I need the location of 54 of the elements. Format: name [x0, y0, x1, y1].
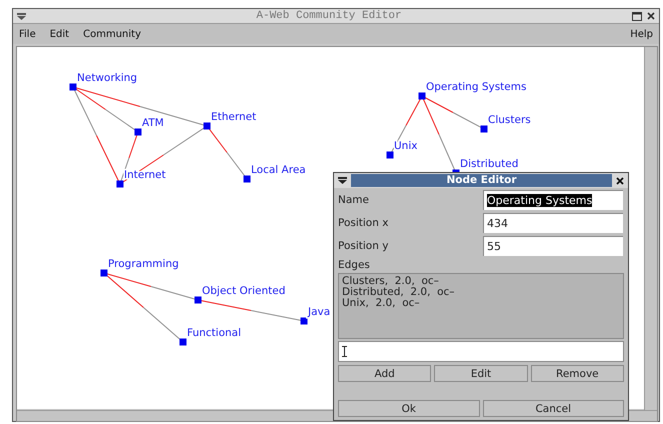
graph-node[interactable] — [180, 338, 186, 346]
close-icon[interactable] — [647, 12, 655, 20]
maximize-icon[interactable] — [632, 12, 642, 20]
close-icon[interactable] — [616, 176, 624, 184]
graph-node[interactable] — [70, 84, 76, 90]
node-label: Distributed — [460, 158, 518, 170]
edge-entry[interactable]: Distributed, 2.0, oc– — [342, 287, 620, 298]
node-label: Programming — [108, 258, 179, 270]
edge-list[interactable]: Clusters, 2.0, oc– Distributed, 2.0, oc– Unix, 2.0, oc– — [338, 273, 624, 339]
graph-node[interactable] — [100, 270, 108, 276]
graph-node[interactable] — [134, 128, 142, 136]
edge-entry[interactable]: Unix, 2.0, oc– — [342, 298, 620, 309]
node-label: Clusters — [488, 114, 531, 126]
node-label: Ethernet — [211, 111, 256, 123]
graph-node[interactable] — [116, 180, 124, 188]
dialog-button[interactable]: Cancel — [482, 400, 624, 417]
graph-node[interactable] — [386, 152, 394, 158]
text-field[interactable]: 434 — [483, 212, 623, 232]
vertical-scrollbar[interactable] — [644, 47, 657, 410]
window-menu-icon[interactable] — [17, 12, 26, 20]
graph-node[interactable] — [204, 122, 210, 130]
dialog-button[interactable]: Edit — [434, 365, 528, 382]
dialog-button[interactable]: Ok — [338, 400, 480, 417]
menu-item[interactable]: Edit — [50, 28, 70, 40]
graph-node[interactable] — [480, 126, 488, 132]
window-title: A-Web Community Editor — [255, 10, 403, 22]
menu-item[interactable]: Community — [83, 28, 141, 40]
node-label: Object Oriented — [202, 285, 286, 297]
menu-item[interactable]: File — [19, 28, 36, 40]
text-field[interactable]: Operating Systems — [483, 190, 623, 210]
graph-node[interactable] — [194, 296, 202, 304]
dialog-button[interactable]: Remove — [530, 365, 624, 382]
field-label: Position x — [338, 216, 390, 228]
menu-item[interactable]: Help — [630, 28, 653, 40]
edge-entry[interactable]: Clusters, 2.0, oc– — [342, 276, 620, 287]
input-field[interactable] — [338, 341, 624, 362]
node-label: Networking — [77, 72, 138, 84]
node-label: Operating Systems — [426, 81, 526, 93]
node-label: ATM — [142, 117, 164, 129]
dialog-button[interactable]: Add — [338, 365, 432, 382]
graph-node[interactable] — [418, 92, 426, 100]
node-label: Unix — [394, 140, 418, 152]
text-field[interactable]: 55 — [483, 236, 623, 256]
graph-node[interactable] — [244, 176, 250, 182]
node-label: Java — [308, 306, 330, 318]
window-menu-icon[interactable] — [338, 177, 347, 184]
text-cursor-icon — [342, 346, 347, 357]
field-label: Position y — [338, 240, 390, 252]
node-label: Local Area — [251, 164, 306, 176]
edges-label: Edges — [337, 258, 371, 273]
node-label: Functional — [187, 327, 242, 339]
graph-node[interactable] — [300, 318, 308, 324]
dialog-title: Node Editor — [351, 174, 612, 187]
field-label: Name — [338, 194, 370, 206]
